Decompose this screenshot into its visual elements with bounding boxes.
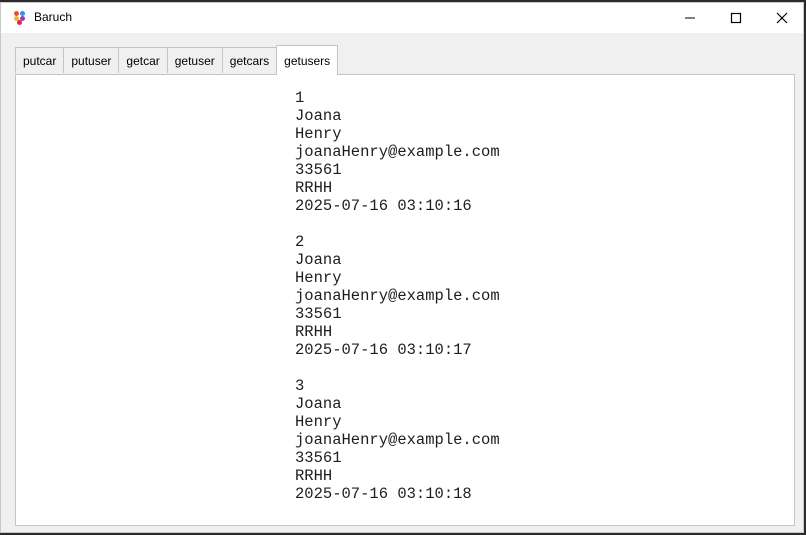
- close-icon: [776, 12, 788, 24]
- tab-getuser[interactable]: getuser: [166, 47, 223, 73]
- tab-getcars[interactable]: getcars: [221, 47, 278, 73]
- user-record: 3 Joana Henry joanaHenry@example.com 335…: [295, 377, 500, 503]
- maximize-button[interactable]: [713, 3, 759, 33]
- user-record: 1 Joana Henry joanaHenry@example.com 335…: [295, 89, 500, 215]
- tab-putcar[interactable]: putcar: [15, 47, 65, 73]
- user-first-name: Joana: [295, 395, 342, 413]
- tab-strip: putcar putuser getcar getuser getcars ge…: [15, 45, 339, 75]
- tab-panel-getusers: 1 Joana Henry joanaHenry@example.com 335…: [15, 74, 795, 526]
- user-first-name: Joana: [295, 251, 342, 269]
- minimize-button[interactable]: [667, 3, 713, 33]
- user-email: joanaHenry@example.com: [295, 431, 500, 449]
- user-id: 3: [295, 377, 305, 395]
- user-timestamp: 2025-07-16 03:10:18: [295, 485, 472, 503]
- user-record: 2 Joana Henry joanaHenry@example.com 335…: [295, 233, 500, 359]
- user-code: 33561: [295, 305, 342, 323]
- user-last-name: Henry: [295, 413, 342, 431]
- tab-getusers[interactable]: getusers: [276, 45, 339, 75]
- maximize-icon: [730, 12, 742, 24]
- user-id: 1: [295, 89, 305, 107]
- user-first-name: Joana: [295, 107, 342, 125]
- user-department: RRHH: [295, 467, 333, 485]
- user-department: RRHH: [295, 179, 333, 197]
- minimize-icon: [685, 17, 695, 19]
- user-id: 2: [295, 233, 305, 251]
- users-output: 1 Joana Henry joanaHenry@example.com 335…: [295, 89, 500, 521]
- title-bar[interactable]: Baruch: [1, 3, 803, 33]
- app-dots-icon: [14, 11, 28, 25]
- tab-putuser[interactable]: putuser: [63, 47, 120, 73]
- user-code: 33561: [295, 161, 342, 179]
- user-last-name: Henry: [295, 269, 342, 287]
- window-title: Baruch: [34, 10, 73, 24]
- close-button[interactable]: [759, 3, 805, 33]
- tab-getcar[interactable]: getcar: [118, 47, 168, 73]
- user-department: RRHH: [295, 323, 333, 341]
- user-email: joanaHenry@example.com: [295, 143, 500, 161]
- user-code: 33561: [295, 449, 342, 467]
- user-last-name: Henry: [295, 125, 342, 143]
- user-timestamp: 2025-07-16 03:10:16: [295, 197, 472, 215]
- user-email: joanaHenry@example.com: [295, 287, 500, 305]
- app-window: Baruch putcar putuser getcar getuser get…: [0, 2, 804, 533]
- user-timestamp: 2025-07-16 03:10:17: [295, 341, 472, 359]
